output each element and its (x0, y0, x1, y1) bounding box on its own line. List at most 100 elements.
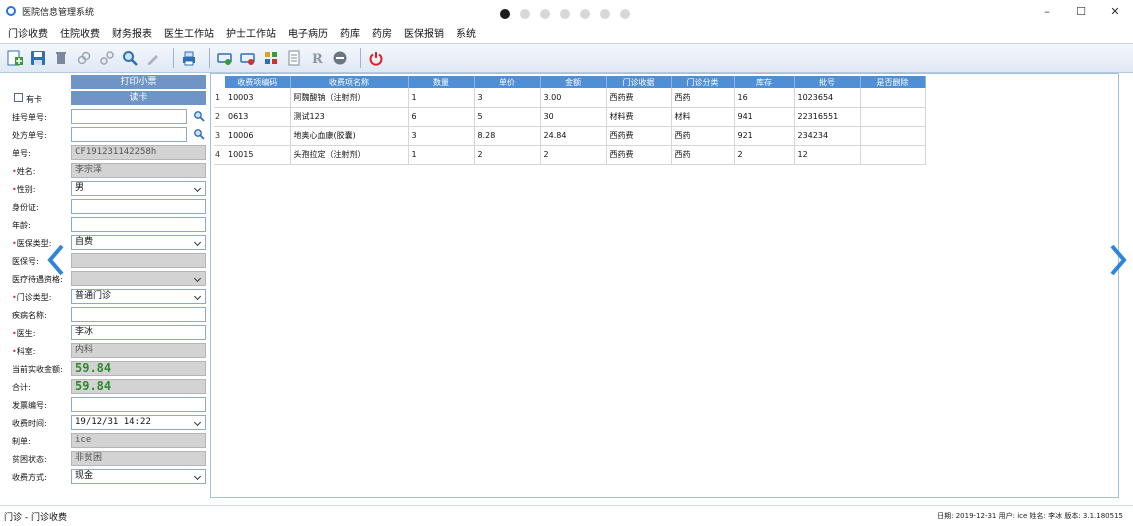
prescription-icon[interactable]: R (308, 49, 326, 67)
table-cell[interactable]: 1 (408, 88, 475, 108)
register-no-input[interactable] (71, 109, 187, 124)
table-cell[interactable]: 10015 (225, 145, 291, 165)
disease-name-input[interactable] (71, 307, 206, 322)
stop-icon[interactable] (331, 49, 349, 67)
table-cell[interactable] (860, 88, 926, 108)
menu-emr[interactable]: 电子病历 (288, 25, 328, 40)
table-cell[interactable] (860, 145, 926, 165)
page-dot[interactable] (600, 9, 610, 19)
column-header[interactable]: 门诊分类 (671, 76, 735, 88)
menu-doctor-station[interactable]: 医生工作站 (164, 25, 214, 40)
table-row[interactable]: 2 0613 测试123 6 5 30 材料费 材料 941 22316551 (214, 107, 926, 127)
column-header[interactable]: 是否删除 (860, 76, 926, 88)
table-cell[interactable]: 6 (408, 107, 475, 127)
table-cell[interactable]: 头孢拉定（注射剂） (290, 145, 409, 165)
column-header[interactable]: 门诊收据 (606, 76, 672, 88)
table-cell[interactable]: 3 (474, 88, 541, 108)
chevron-right-icon[interactable] (1108, 243, 1128, 277)
table-cell[interactable]: 12 (794, 145, 861, 165)
column-header[interactable]: 单价 (474, 76, 541, 88)
table-cell[interactable]: 材料费 (606, 107, 672, 127)
doctor-input[interactable]: 李冰 (71, 325, 206, 340)
card-out-icon[interactable] (239, 49, 257, 67)
table-cell[interactable]: 材料 (671, 107, 735, 127)
table-cell[interactable]: 234234 (794, 126, 861, 146)
gender-select[interactable]: 男 (71, 181, 206, 196)
delete-icon[interactable] (52, 49, 70, 67)
register-search-icon[interactable] (193, 110, 205, 122)
table-cell[interactable]: 921 (734, 126, 795, 146)
column-header[interactable]: 数量 (408, 76, 475, 88)
table-cell[interactable]: 西药费 (606, 126, 672, 146)
column-header[interactable]: 收费项编码 (225, 76, 291, 88)
table-cell[interactable]: 2 (474, 145, 541, 165)
power-icon[interactable] (367, 49, 385, 67)
link-icon[interactable] (75, 49, 93, 67)
invoice-no-input[interactable] (71, 397, 206, 412)
page-dot[interactable] (560, 9, 570, 19)
card-in-icon[interactable] (216, 49, 234, 67)
table-cell[interactable]: 24.84 (540, 126, 607, 146)
table-cell[interactable]: 1023654 (794, 88, 861, 108)
page-dot[interactable] (620, 9, 630, 19)
table-row[interactable]: 4 10015 头孢拉定（注射剂） 1 2 2 西药费 西药 2 12 (214, 145, 926, 165)
age-input[interactable] (71, 217, 206, 232)
save-icon[interactable] (29, 49, 47, 67)
table-cell[interactable] (860, 126, 926, 146)
menu-inpatient-billing[interactable]: 住院收费 (60, 25, 100, 40)
table-cell[interactable]: 2 (540, 145, 607, 165)
add-icon[interactable] (6, 49, 24, 67)
grid-icon[interactable] (262, 49, 280, 67)
table-cell[interactable]: 2 (734, 145, 795, 165)
document-icon[interactable] (285, 49, 303, 67)
table-cell[interactable]: 0613 (225, 107, 291, 127)
id-card-input[interactable] (71, 199, 206, 214)
menu-drug-storage[interactable]: 药库 (340, 25, 360, 40)
table-cell[interactable]: 10006 (225, 126, 291, 146)
close-button[interactable]: ✕ (1098, 0, 1132, 22)
table-row[interactable]: 3 10006 地奥心血康(胶囊) 3 8.28 24.84 西药费 西药 92… (214, 126, 926, 146)
charge-time-picker[interactable]: 19/12/31 14:22 (71, 415, 206, 430)
maximize-button[interactable]: ☐ (1064, 0, 1098, 22)
table-cell[interactable]: 8.28 (474, 126, 541, 146)
table-cell[interactable]: 阿魏酸钠（注射剂） (290, 88, 409, 108)
page-dot[interactable] (520, 9, 530, 19)
table-cell[interactable]: 5 (474, 107, 541, 127)
search-icon[interactable] (121, 49, 139, 67)
menu-outpatient-billing[interactable]: 门诊收费 (8, 25, 48, 40)
table-cell[interactable]: 西药费 (606, 88, 672, 108)
table-cell[interactable]: 10003 (225, 88, 291, 108)
page-dot[interactable] (500, 9, 510, 19)
table-cell[interactable]: 3 (408, 126, 475, 146)
menu-insurance[interactable]: 医保报销 (404, 25, 444, 40)
payment-method-select[interactable]: 现金 (71, 469, 206, 484)
table-cell[interactable]: 地奥心血康(胶囊) (290, 126, 409, 146)
chevron-left-icon[interactable] (46, 243, 66, 277)
menu-pharmacy[interactable]: 药房 (372, 25, 392, 40)
unlink-icon[interactable] (98, 49, 116, 67)
table-cell[interactable]: 西药费 (606, 145, 672, 165)
special-treatment-select[interactable] (71, 271, 206, 286)
table-cell[interactable]: 1 (408, 145, 475, 165)
page-dot[interactable] (540, 9, 550, 19)
menu-finance-report[interactable]: 财务报表 (112, 25, 152, 40)
edit-icon[interactable] (144, 49, 162, 67)
menu-nurse-station[interactable]: 护士工作站 (226, 25, 276, 40)
table-cell[interactable]: 3.00 (540, 88, 607, 108)
read-card-button[interactable]: 读卡 (71, 91, 206, 105)
table-row[interactable]: 1 10003 阿魏酸钠（注射剂） 1 3 3.00 西药费 西药 16 102… (214, 88, 926, 108)
page-dot[interactable] (580, 9, 590, 19)
column-header[interactable]: 批号 (794, 76, 861, 88)
table-cell[interactable]: 西药 (671, 145, 735, 165)
minimize-button[interactable]: – (1030, 0, 1064, 22)
table-cell[interactable] (860, 107, 926, 127)
table-cell[interactable]: 22316551 (794, 107, 861, 127)
column-header[interactable]: 库存 (734, 76, 795, 88)
table-cell[interactable]: 西药 (671, 88, 735, 108)
table-cell[interactable]: 941 (734, 107, 795, 127)
prescription-no-input[interactable] (71, 127, 187, 142)
menu-system[interactable]: 系统 (456, 25, 476, 40)
print-icon[interactable] (180, 49, 198, 67)
table-cell[interactable]: 测试123 (290, 107, 409, 127)
column-header[interactable]: 收费项名称 (290, 76, 409, 88)
